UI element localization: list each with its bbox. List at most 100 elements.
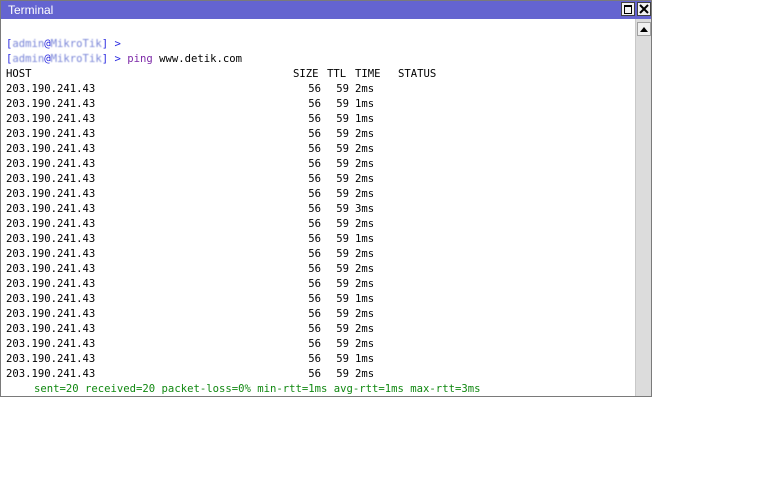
cell-ttl: 59 [336,188,349,200]
table-row: 203.190.241.43 56 59 2ms [6,367,606,382]
cell-host: 203.190.241.43 [6,83,96,95]
prompt-host: MikroTik [50,53,102,65]
cell-host: 203.190.241.43 [6,308,96,320]
cell-ttl: 59 [336,308,349,320]
table-row: 203.190.241.43 56 59 2ms [6,172,606,187]
prompt-user: admin [12,53,45,65]
cell-ttl: 59 [336,143,349,155]
cell-time: 1ms [355,353,375,365]
terminal-output[interactable]: [admin@MikroTik] > [admin@MikroTik] > pi… [1,19,635,396]
close-icon [639,4,649,14]
arrow-up-icon [640,27,648,32]
table-row: 203.190.241.43 56 59 1ms [6,112,606,127]
cell-time: 2ms [355,323,375,335]
table-row: 203.190.241.43 56 59 2ms [6,127,606,142]
vertical-scrollbar[interactable] [635,19,651,396]
cell-size: 56 [308,263,321,275]
cell-time: 3ms [355,203,375,215]
table-header: HOST SIZE TTL TIME STATUS [6,67,606,82]
cell-size: 56 [308,143,321,155]
ping-summary: sent=20 received=20 packet-loss=0% min-r… [34,383,481,395]
header-status: STATUS [398,68,437,80]
cell-time: 2ms [355,263,375,275]
cell-time: 1ms [355,113,375,125]
cell-ttl: 59 [336,368,349,380]
cell-host: 203.190.241.43 [6,128,96,140]
cell-ttl: 59 [336,323,349,335]
cell-size: 56 [308,128,321,140]
table-row: 203.190.241.43 56 59 1ms [6,97,606,112]
cell-time: 2ms [355,158,375,170]
cell-ttl: 59 [336,98,349,110]
cell-host: 203.190.241.43 [6,263,96,275]
cell-size: 56 [308,308,321,320]
cell-time: 2ms [355,278,375,290]
table-row: 203.190.241.43 56 59 2ms [6,217,606,232]
cell-host: 203.190.241.43 [6,368,96,380]
cell-ttl: 59 [336,113,349,125]
table-row: 203.190.241.43 56 59 2ms [6,307,606,322]
title-bar[interactable]: Terminal [1,1,651,19]
cell-host: 203.190.241.43 [6,173,96,185]
cell-size: 56 [308,338,321,350]
cell-ttl: 59 [336,83,349,95]
table-row: 203.190.241.43 56 59 2ms [6,142,606,157]
header-ttl: TTL [327,68,347,80]
cell-ttl: 59 [336,278,349,290]
cell-host: 203.190.241.43 [6,233,96,245]
close-button[interactable] [637,2,651,16]
cell-time: 2ms [355,248,375,260]
cell-ttl: 59 [336,218,349,230]
table-row: 203.190.241.43 56 59 1ms [6,232,606,247]
cell-size: 56 [308,233,321,245]
cell-ttl: 59 [336,233,349,245]
cell-size: 56 [308,278,321,290]
cell-host: 203.190.241.43 [6,218,96,230]
table-row: 203.190.241.43 56 59 2ms [6,247,606,262]
cell-time: 2ms [355,308,375,320]
cell-size: 56 [308,248,321,260]
cell-size: 56 [308,83,321,95]
cell-size: 56 [308,113,321,125]
cell-size: 56 [308,173,321,185]
cell-ttl: 59 [336,248,349,260]
cell-size: 56 [308,188,321,200]
header-size: SIZE [293,68,319,80]
cell-host: 203.190.241.43 [6,98,96,110]
terminal-window: Terminal [admin@MikroTik] > [admin@Mikro… [0,0,652,397]
cell-host: 203.190.241.43 [6,338,96,350]
cell-time: 2ms [355,338,375,350]
cell-host: 203.190.241.43 [6,113,96,125]
prompt-user: admin [12,38,45,50]
cell-ttl: 59 [336,173,349,185]
table-row: 203.190.241.43 56 59 2ms [6,322,606,337]
table-row: 203.190.241.43 56 59 1ms [6,352,606,367]
command-keyword: ping [127,53,153,65]
cell-size: 56 [308,293,321,305]
cell-ttl: 59 [336,203,349,215]
table-row: 203.190.241.43 56 59 2ms [6,187,606,202]
cell-size: 56 [308,158,321,170]
cell-ttl: 59 [336,338,349,350]
cell-host: 203.190.241.43 [6,203,96,215]
cell-time: 2ms [355,218,375,230]
cell-size: 56 [308,203,321,215]
cell-host: 203.190.241.43 [6,323,96,335]
cell-ttl: 59 [336,128,349,140]
cell-time: 2ms [355,368,375,380]
cell-host: 203.190.241.43 [6,293,96,305]
window-title: Terminal [8,3,54,17]
maximize-button[interactable] [621,2,635,16]
cell-size: 56 [308,218,321,230]
cell-size: 56 [308,368,321,380]
table-row: 203.190.241.43 56 59 2ms [6,82,606,97]
table-row: 203.190.241.43 56 59 2ms [6,277,606,292]
cell-time: 2ms [355,188,375,200]
cell-ttl: 59 [336,158,349,170]
prompt-line: [admin@MikroTik] > [6,38,121,50]
command-argument: www.detik.com [159,53,243,65]
scroll-up-button[interactable] [637,22,651,36]
cell-time: 2ms [355,143,375,155]
header-host: HOST [6,68,32,80]
cell-ttl: 59 [336,353,349,365]
